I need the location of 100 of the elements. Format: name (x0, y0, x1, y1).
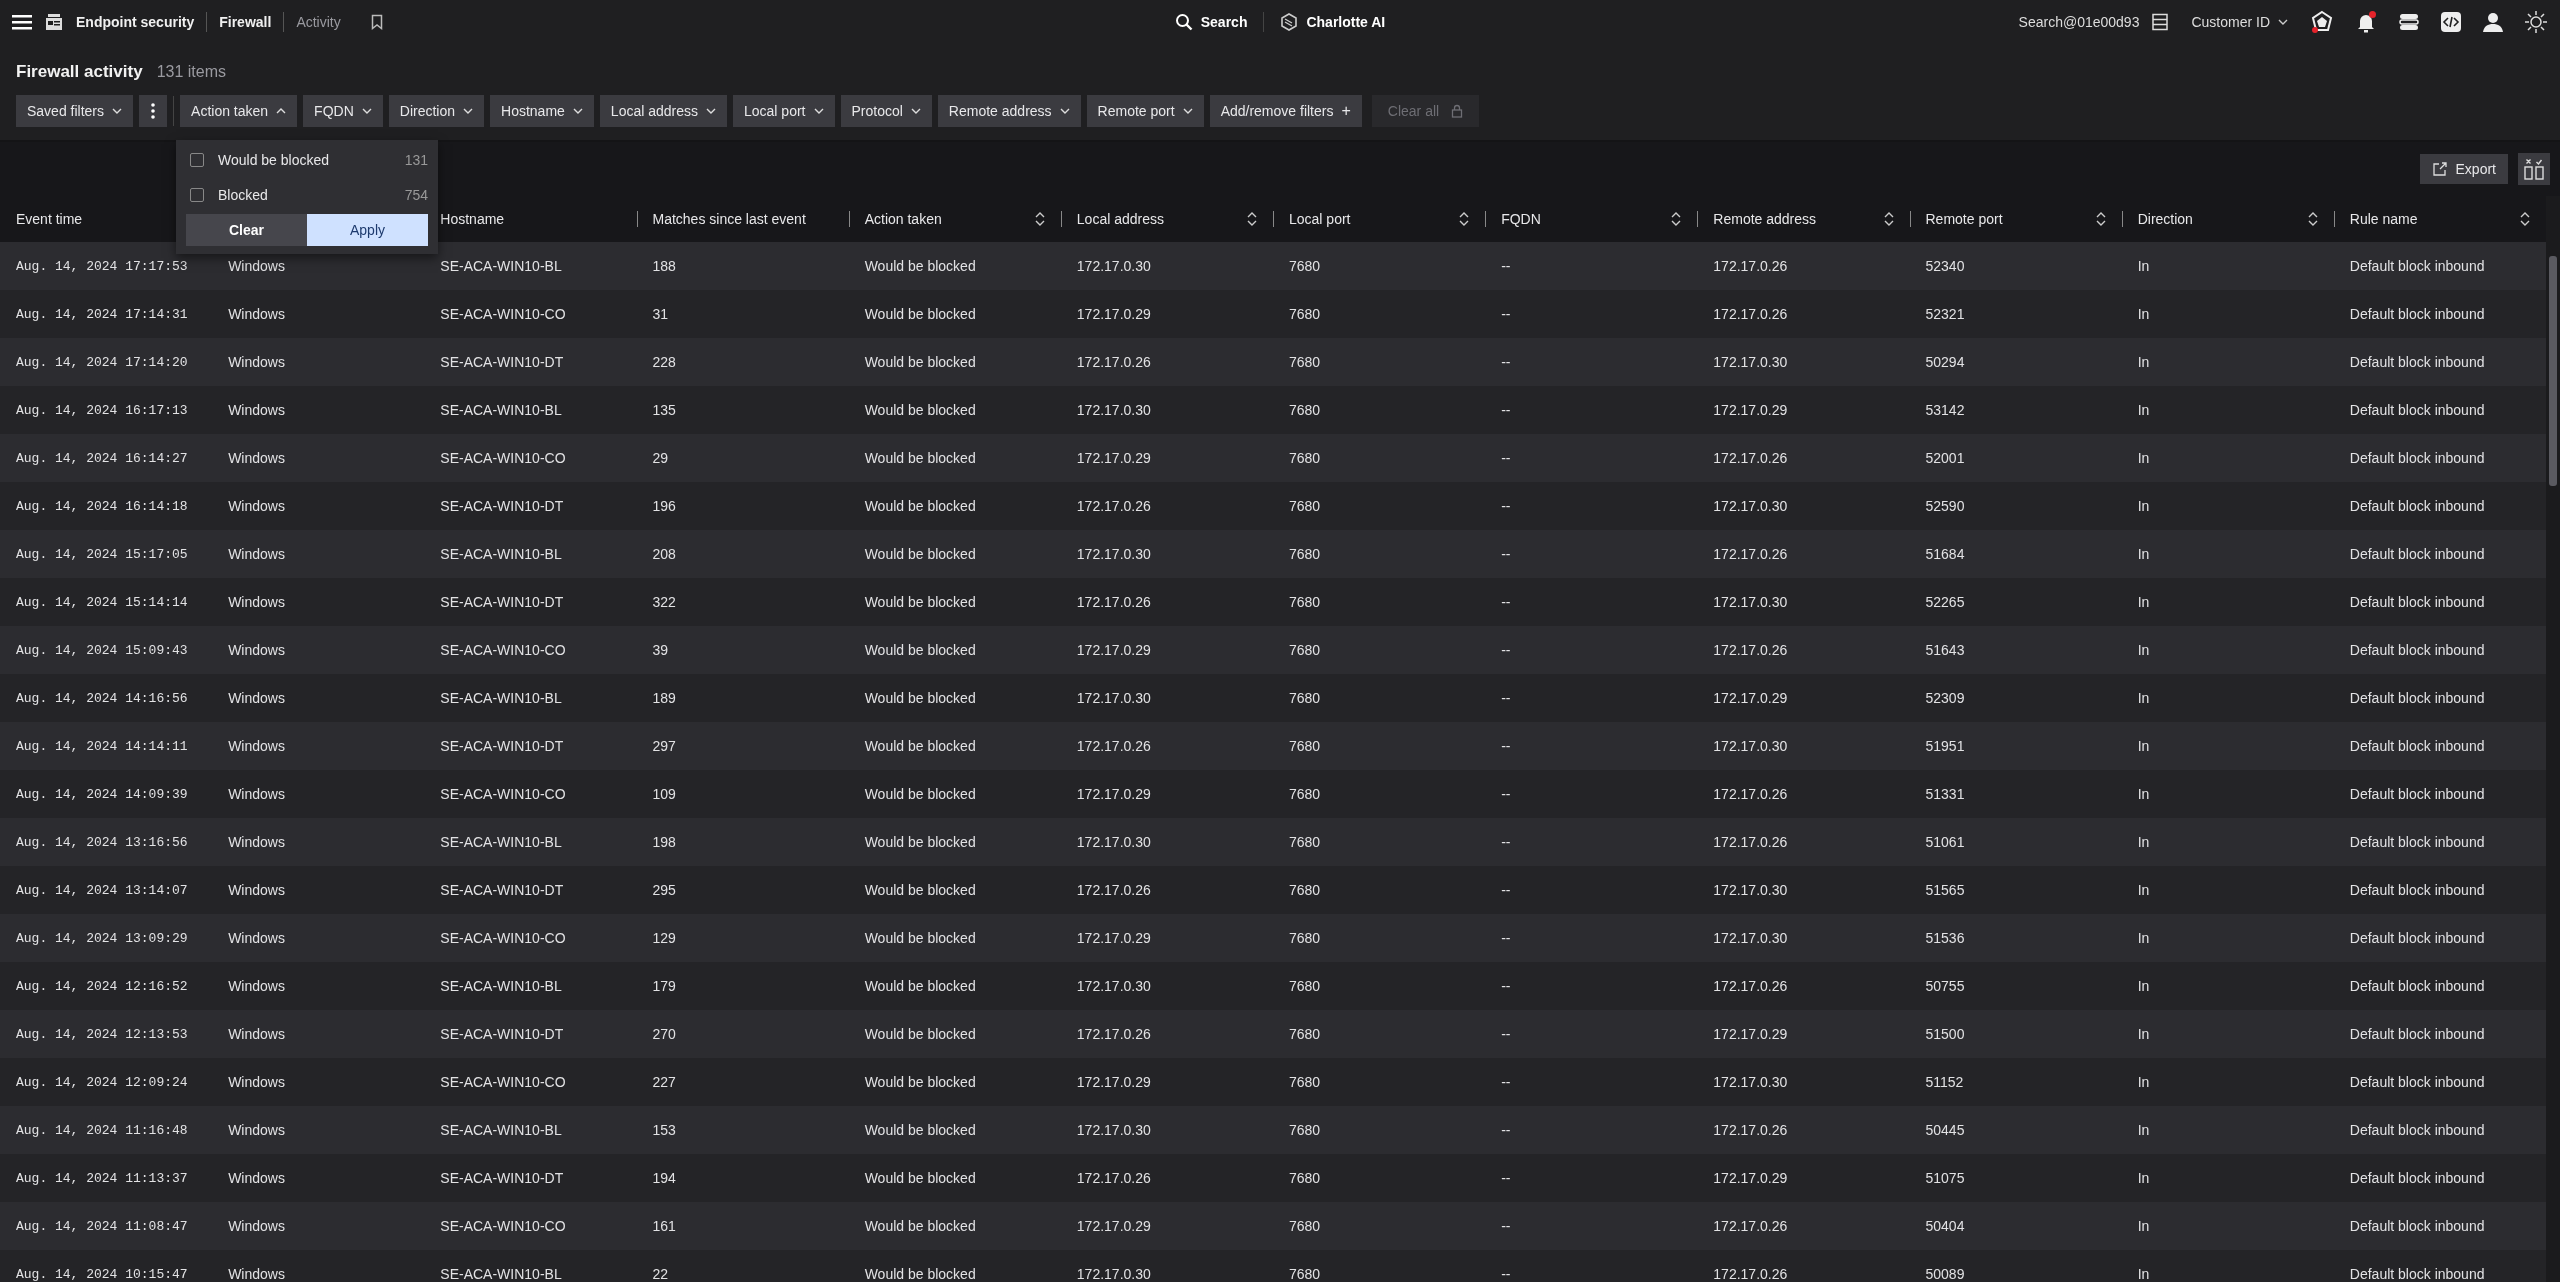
brightness-icon[interactable] (2524, 10, 2548, 34)
table-cell: Aug. 14, 2024 13:14:07 (16, 882, 188, 898)
caret-icon (1182, 107, 1193, 115)
clear-button[interactable]: Clear (186, 214, 307, 246)
sort-icon[interactable] (2520, 212, 2530, 226)
column-header[interactable]: Remote address (1713, 211, 1876, 227)
table-cell: 172.17.0.26 (1713, 1122, 1788, 1138)
table-cell: -- (1501, 882, 1511, 898)
user-icon[interactable] (2482, 11, 2504, 33)
breadcrumb-link[interactable]: Firewall (219, 14, 272, 30)
filter-dropdown[interactable]: Remote address (937, 95, 1081, 127)
column-header[interactable]: Local port (1289, 211, 1452, 227)
sort-icon[interactable] (1883, 212, 1894, 226)
table-cell: 172.17.0.30 (1713, 930, 1788, 946)
table-cell: SE-ACA-WIN10-CO (440, 450, 566, 466)
filter-dropdown[interactable]: Saved filters (16, 95, 134, 127)
table-cell: Aug. 14, 2024 17:17:53 (16, 258, 188, 274)
filter-dropdown[interactable]: Local address (599, 95, 727, 127)
table-cell: SE-ACA-WIN10-BL (440, 1122, 562, 1138)
table-cell: Windows (228, 690, 285, 706)
table-cell: Windows (228, 786, 285, 802)
caret-icon (813, 107, 824, 115)
table-cell: 7680 (1289, 1266, 1321, 1282)
table-cell: Aug. 14, 2024 12:13:53 (16, 1026, 188, 1042)
filter-dropdown[interactable]: Action taken (180, 95, 298, 127)
export-button[interactable]: Export (2419, 154, 2508, 184)
filter-dropdown[interactable]: Hostname (490, 95, 594, 127)
assistant-button[interactable]: Charlotte AI (1278, 9, 1388, 35)
column-header[interactable]: Hostname (440, 211, 621, 227)
filter-dropdown[interactable]: Protocol (840, 95, 932, 127)
table-cell: 172.17.0.30 (1076, 546, 1151, 562)
caret-icon (2278, 18, 2288, 26)
column-toggle-button[interactable] (2518, 153, 2550, 185)
table-cell: -- (1501, 642, 1511, 658)
menu-icon[interactable] (12, 14, 32, 30)
table-cell: -- (1501, 738, 1511, 754)
table-cell: SE-ACA-WIN10-BL (440, 402, 562, 418)
column-header[interactable]: Direction (2137, 211, 2300, 227)
column-header[interactable]: Rule name (2349, 211, 2512, 227)
more-options-button[interactable] (139, 95, 168, 127)
filter-dropdown[interactable]: Remote port (1086, 95, 1204, 127)
item-count: 131 items (156, 63, 226, 81)
table-cell: Aug. 14, 2024 12:09:24 (16, 1074, 188, 1090)
customer-dropdown[interactable]: Customer ID (2189, 10, 2290, 34)
table-cell: 135 (652, 402, 676, 418)
table-cell: 228 (652, 354, 676, 370)
caret-icon (361, 107, 372, 115)
table-cell: 52340 (1925, 258, 1965, 274)
table-cell: In (2137, 402, 2150, 418)
table-cell: -- (1501, 930, 1511, 946)
breadcrumb-link[interactable]: Activity (296, 14, 341, 30)
table-cell: -- (1501, 1170, 1511, 1186)
table-cell: Would be blocked (864, 882, 976, 898)
table-cell: Default block inbound (2349, 498, 2485, 514)
column-header[interactable]: Action taken (864, 211, 1027, 227)
scrollbar[interactable] (2546, 196, 2560, 1282)
option-label: Would be blocked (218, 151, 331, 168)
table-cell: 51152 (1925, 1074, 1964, 1090)
sort-icon[interactable] (1247, 212, 1257, 226)
shield-badge-icon[interactable] (2310, 10, 2334, 34)
checkbox[interactable] (190, 152, 204, 167)
filter-dropdown[interactable]: FQDN (303, 95, 383, 127)
apply-button[interactable]: Apply (307, 214, 428, 246)
filter-dropdown[interactable]: Direction (388, 95, 485, 127)
column-header[interactable]: FQDN (1501, 211, 1664, 227)
sort-icon[interactable] (1459, 212, 1470, 226)
sort-icon[interactable] (2095, 212, 2106, 226)
table-cell: SE-ACA-WIN10-DT (440, 1170, 564, 1186)
stack-icon[interactable] (2398, 11, 2420, 33)
page-title: Firewall activity (16, 62, 143, 82)
table-cell: -- (1501, 1266, 1511, 1282)
table-cell: 7680 (1289, 882, 1321, 898)
option-label: Blocked (218, 186, 269, 203)
server-icon[interactable] (2151, 13, 2170, 31)
table-cell: Default block inbound (2349, 258, 2485, 274)
checkbox[interactable] (190, 187, 204, 202)
table-cell: -- (1501, 786, 1511, 802)
table-cell: 31 (652, 306, 669, 322)
breadcrumb-link[interactable]: Endpoint security (76, 14, 195, 30)
table-cell: 172.17.0.26 (1076, 738, 1151, 754)
table-cell: Aug. 14, 2024 11:13:37 (16, 1170, 188, 1186)
add-remove-filters-button[interactable]: Add/remove filters + (1209, 95, 1362, 127)
column-header[interactable]: Remote port (1925, 211, 2088, 227)
caret-icon (910, 107, 921, 115)
column-header[interactable]: Matches since last event (652, 211, 833, 227)
bookmark-icon[interactable] (370, 14, 383, 30)
table-cell: 51643 (1925, 642, 1965, 658)
table-cell: 7680 (1289, 786, 1321, 802)
search-button[interactable]: Search (1172, 9, 1250, 35)
column-header[interactable]: Local address (1076, 211, 1239, 227)
sort-icon[interactable] (1671, 212, 1682, 226)
filter-dropdown[interactable]: Local port (733, 95, 835, 127)
table-cell: 7680 (1289, 1122, 1321, 1138)
sort-icon[interactable] (1034, 212, 1045, 226)
sort-icon[interactable] (2307, 212, 2318, 226)
code-icon[interactable] (2440, 11, 2462, 33)
table-cell: Would be blocked (864, 690, 976, 706)
table-cell: Aug. 14, 2024 11:16:48 (16, 1122, 188, 1138)
table-cell: 172.17.0.26 (1713, 642, 1788, 658)
table-cell: 172.17.0.26 (1713, 1218, 1788, 1234)
